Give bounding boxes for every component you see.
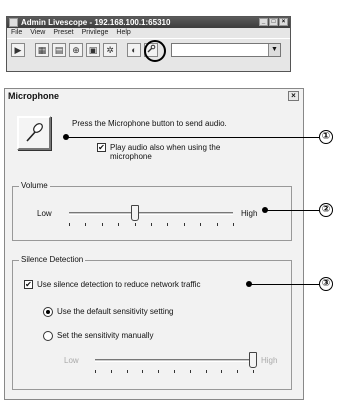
- sensitivity-high-label: High: [261, 356, 278, 365]
- menu-file[interactable]: File: [11, 28, 22, 38]
- play-audio-checkbox[interactable]: ✔: [97, 143, 106, 152]
- window-controls: _ □ ×: [259, 18, 288, 26]
- menu-view[interactable]: View: [30, 28, 45, 38]
- callout-number-2: ②: [319, 203, 333, 217]
- callout-line-3: [249, 284, 319, 285]
- volume-high-label: High: [241, 209, 258, 218]
- sensitivity-slider-thumb[interactable]: [249, 352, 257, 368]
- menu-help[interactable]: Help: [116, 28, 130, 38]
- minimize-button[interactable]: _: [259, 18, 268, 26]
- speaker-icon[interactable]: ◐: [127, 42, 141, 57]
- volume-group: Volume Low High: [12, 181, 292, 241]
- target-icon[interactable]: ⊕: [69, 42, 83, 57]
- slider-tick: [110, 370, 112, 373]
- slider-tick: [101, 223, 103, 226]
- highlight-circle: [144, 40, 166, 62]
- slider-tick: [126, 370, 128, 373]
- slider-tick: [221, 370, 223, 373]
- sensitivity-low-label: Low: [64, 356, 79, 365]
- play-audio-label-2: microphone: [110, 152, 152, 161]
- callout-number-1: ①: [319, 130, 333, 144]
- volume-slider-track[interactable]: [69, 212, 233, 215]
- dialog-title: Microphone: [8, 91, 59, 101]
- grid-icon[interactable]: ▤: [52, 42, 66, 57]
- settings-icon[interactable]: ✲: [103, 42, 117, 57]
- menubar: File View Preset Privilege Help: [7, 28, 290, 38]
- maximize-button[interactable]: □: [269, 18, 278, 26]
- callout-line-2: [265, 210, 319, 211]
- slider-tick: [158, 370, 160, 373]
- app-title: Admin Livescope - 192.168.100.1:65310: [21, 18, 171, 27]
- volume-slider-thumb[interactable]: [130, 205, 139, 221]
- slider-tick: [85, 223, 87, 226]
- microphone-icon: [26, 123, 43, 142]
- slider-tick: [253, 370, 254, 373]
- microphone-prompt: Press the Microphone button to send audi…: [72, 119, 227, 128]
- slider-tick: [167, 223, 169, 226]
- slider-tick: [183, 223, 185, 226]
- pause-icon[interactable]: ▶: [11, 42, 25, 57]
- app-window: Admin Livescope - 192.168.100.1:65310 _ …: [6, 16, 291, 72]
- callout-number-3: ③: [319, 277, 333, 291]
- slider-tick: [95, 370, 96, 373]
- microphone-dialog: Microphone × Press the Microphone button…: [4, 88, 304, 400]
- dialog-close-button[interactable]: ×: [288, 91, 299, 101]
- layout-icon[interactable]: ▦: [35, 42, 49, 57]
- slider-tick: [118, 223, 120, 226]
- manual-sensitivity-radio[interactable]: [43, 331, 53, 341]
- app-titlebar: Admin Livescope - 192.168.100.1:65310 _ …: [7, 17, 290, 28]
- address-select[interactable]: ▼: [171, 42, 281, 57]
- volume-low-label: Low: [37, 209, 52, 218]
- app-icon: [9, 18, 18, 27]
- sensitivity-slider-track[interactable]: [95, 359, 253, 362]
- chevron-down-icon[interactable]: ▼: [268, 43, 280, 56]
- default-sensitivity-label: Use the default sensitivity setting: [57, 307, 174, 316]
- slider-tick: [134, 223, 136, 226]
- menu-preset[interactable]: Preset: [53, 28, 73, 38]
- silence-legend: Silence Detection: [19, 255, 86, 264]
- slider-tick: [205, 370, 207, 373]
- silence-enable-label: Use silence detection to reduce network …: [37, 280, 201, 289]
- slider-tick: [189, 370, 191, 373]
- slider-tick: [237, 370, 239, 373]
- default-sensitivity-radio[interactable]: [43, 307, 53, 317]
- play-audio-option[interactable]: ✔ Play audio also when using the microph…: [97, 143, 220, 161]
- slider-tick: [233, 223, 234, 226]
- manual-sensitivity-label: Set the sensitivity manually: [57, 331, 154, 340]
- slider-tick: [174, 370, 175, 373]
- toolbar: ▶ ▦ ▤ ⊕ ▣ ✲ ◐ ▼: [7, 38, 290, 62]
- slider-tick: [151, 223, 152, 226]
- callout-line-1: [66, 137, 319, 138]
- slider-tick: [216, 223, 218, 226]
- slider-tick: [69, 223, 70, 226]
- slider-tick: [200, 223, 202, 226]
- microphone-button[interactable]: [17, 116, 51, 150]
- silence-enable-checkbox[interactable]: ✔: [24, 280, 33, 289]
- default-sensitivity-option[interactable]: Use the default sensitivity setting: [43, 307, 174, 317]
- slider-tick: [142, 370, 144, 373]
- play-audio-label-1: Play audio also when using the: [110, 143, 221, 152]
- close-button[interactable]: ×: [279, 18, 288, 26]
- manual-sensitivity-option[interactable]: Set the sensitivity manually: [43, 331, 154, 341]
- silence-enable-option[interactable]: ✔ Use silence detection to reduce networ…: [24, 280, 201, 289]
- dialog-titlebar: Microphone ×: [5, 89, 303, 103]
- silence-detection-group: Silence Detection ✔ Use silence detectio…: [12, 255, 292, 390]
- camera-icon[interactable]: ▣: [86, 42, 100, 57]
- menu-privilege[interactable]: Privilege: [82, 28, 109, 38]
- volume-legend: Volume: [19, 181, 50, 190]
